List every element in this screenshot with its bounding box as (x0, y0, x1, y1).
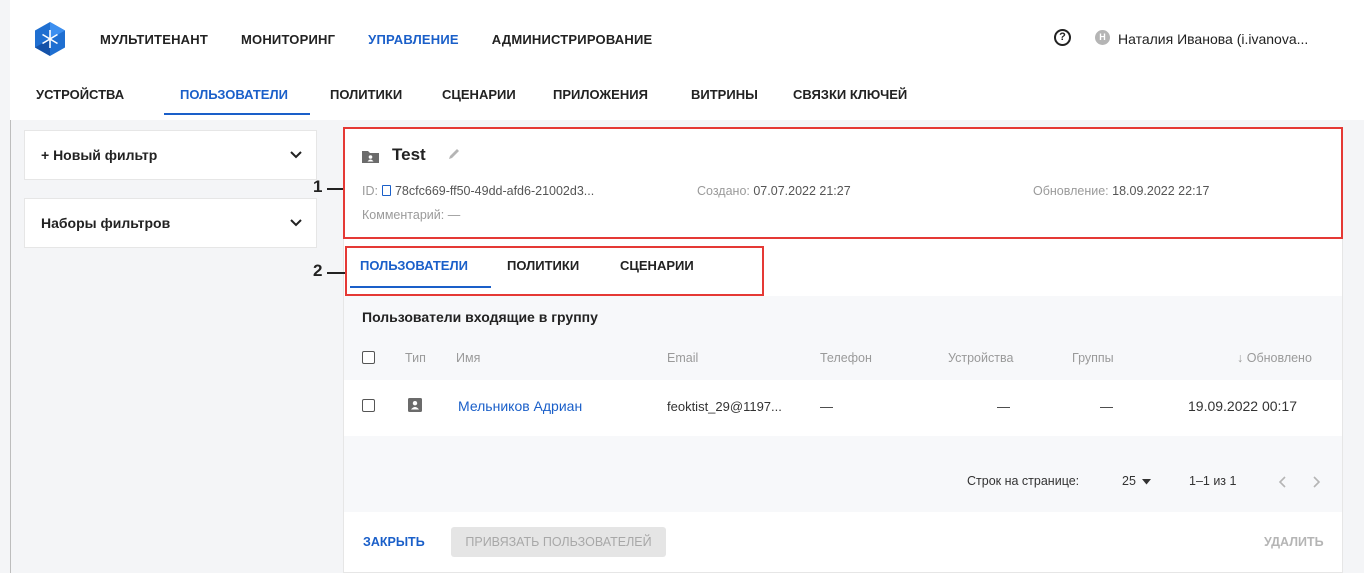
topnav-monitoring[interactable]: МОНИТОРИНГ (241, 32, 335, 47)
row-checkbox[interactable] (362, 399, 375, 412)
col-phone[interactable]: Телефон (820, 351, 872, 365)
subnav-scenarios[interactable]: СЦЕНАРИИ (442, 87, 516, 102)
rows-per-page-select[interactable]: 25 (1122, 474, 1152, 488)
avatar[interactable]: Н (1095, 30, 1110, 45)
filter-sets-dropdown[interactable]: Наборы фильтров (24, 198, 317, 248)
col-devices[interactable]: Устройства (948, 351, 1013, 365)
subnav-keychains[interactable]: СВЯЗКИ КЛЮЧЕЙ (793, 87, 907, 102)
col-email[interactable]: Email (667, 351, 698, 365)
new-filter-dropdown[interactable]: + Новый фильтр (24, 130, 317, 180)
subnav-active-indicator (164, 113, 310, 115)
select-all-checkbox[interactable] (362, 351, 375, 364)
rows-per-page-label: Строк на странице: (967, 474, 1080, 488)
help-icon[interactable]: ? (1054, 29, 1071, 46)
callout-label-2: 2 (313, 261, 323, 280)
chevron-right-icon[interactable] (1313, 476, 1321, 488)
user-phone: — (820, 399, 833, 414)
pagination-range: 1–1 из 1 (1189, 474, 1237, 488)
callout-label-1: 1 (313, 177, 323, 196)
subnav-apps[interactable]: ПРИЛОЖЕНИЯ (553, 87, 648, 102)
topnav-management[interactable]: УПРАВЛЕНИЕ (368, 32, 459, 47)
topnav-administration[interactable]: АДМИНИСТРИРОВАНИЕ (492, 32, 653, 47)
top-nav: МУЛЬТИТЕНАНТ МОНИТОРИНГ УПРАВЛЕНИЕ АДМИН… (100, 32, 685, 47)
col-type[interactable]: Тип (405, 351, 426, 365)
col-updated[interactable]: ↓ Обновлено (1237, 351, 1312, 365)
subnav-showcases[interactable]: ВИТРИНЫ (691, 87, 758, 102)
new-filter-label: + Новый фильтр (41, 147, 158, 163)
subnav-devices[interactable]: УСТРОЙСТВА (36, 87, 124, 102)
caret-down-icon (1142, 479, 1152, 485)
user-email: feoktist_29@1197... (667, 399, 782, 414)
close-button[interactable]: ЗАКРЫТЬ (363, 535, 425, 549)
user-name[interactable]: Наталия Иванова (i.ivanova... (1118, 31, 1308, 47)
app-logo-icon[interactable] (34, 22, 66, 56)
user-groups: — (1100, 399, 1113, 414)
subnav-users[interactable]: ПОЛЬЗОВАТЕЛИ (180, 87, 288, 102)
highlight-box-2 (345, 246, 764, 296)
delete-button[interactable]: УДАЛИТЬ (1264, 535, 1324, 549)
filter-sets-label: Наборы фильтров (41, 215, 171, 231)
sub-nav: УСТРОЙСТВА ПОЛЬЗОВАТЕЛИ ПОЛИТИКИ СЦЕНАРИ… (10, 62, 1364, 120)
rows-per-page-value: 25 (1122, 474, 1136, 488)
chevron-left-icon[interactable] (1278, 476, 1286, 488)
chevron-down-icon (290, 219, 302, 227)
highlight-box-1 (343, 127, 1343, 239)
table-title: Пользователи входящие в группу (362, 309, 598, 325)
user-devices: — (997, 399, 1010, 414)
user-name-link[interactable]: Мельников Адриан (458, 398, 582, 414)
subnav-policies[interactable]: ПОЛИТИКИ (330, 87, 402, 102)
top-bar: МУЛЬТИТЕНАНТ МОНИТОРИНГ УПРАВЛЕНИЕ АДМИН… (10, 0, 1364, 62)
user-updated: 19.09.2022 00:17 (1188, 398, 1297, 414)
callout-line-1 (327, 188, 343, 190)
chevron-down-icon (290, 151, 302, 159)
user-card-icon (408, 398, 422, 412)
callout-line-2 (327, 272, 345, 274)
col-groups[interactable]: Группы (1072, 351, 1114, 365)
col-name[interactable]: Имя (456, 351, 480, 365)
topnav-multitenant[interactable]: МУЛЬТИТЕНАНТ (100, 32, 208, 47)
bind-users-button[interactable]: ПРИВЯЗАТЬ ПОЛЬЗОВАТЕЛЕЙ (451, 527, 666, 557)
